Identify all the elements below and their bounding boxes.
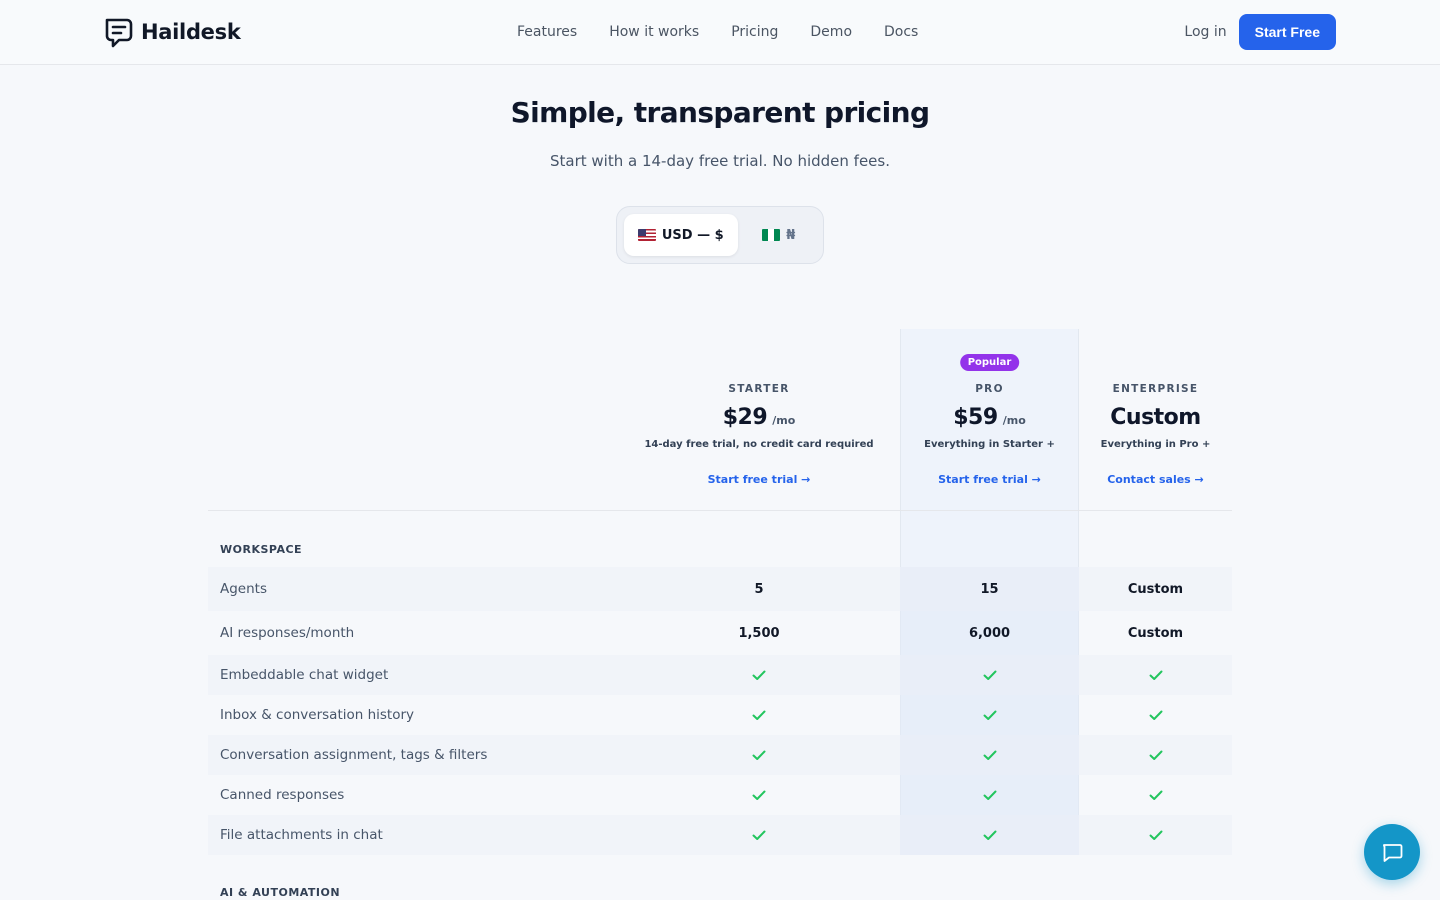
start-free-button[interactable]: Start Free (1238, 14, 1336, 50)
check-icon (1079, 695, 1232, 735)
table-row: Inbox & conversation history (208, 695, 1232, 735)
check-icon (1079, 655, 1232, 695)
check-icon (618, 655, 900, 695)
plan-price: $59 /mo (900, 405, 1079, 430)
check-icon (1079, 815, 1232, 855)
section-title-workspace: WORKSPACE (220, 543, 303, 556)
feature-label: File attachments in chat (220, 827, 383, 843)
plan-price: Custom (1079, 405, 1232, 430)
feature-value-enterprise: Custom (1127, 625, 1184, 641)
plan-description: 14-day free trial, no credit card requir… (644, 439, 874, 450)
feature-value-starter: 5 (754, 581, 764, 597)
currency-label-ngn: ₦ (786, 227, 796, 243)
page-title: Simple, transparent pricing (510, 96, 930, 129)
plan-description: Everything in Starter + (924, 439, 1055, 450)
table-row: AI responses/month 1,500 6,000 Custom (208, 611, 1232, 655)
feature-label: Canned responses (220, 787, 345, 803)
currency-toggle: USD — $ ₦ (616, 206, 824, 264)
plan-name: STARTER (728, 383, 790, 395)
plan-price: $29 /mo (618, 405, 900, 430)
nav-link-pricing[interactable]: Pricing (731, 24, 778, 40)
popular-badge: Popular (959, 354, 1020, 371)
table-row: File attachments in chat (208, 815, 1232, 855)
logo-chat-icon (105, 18, 133, 48)
price-unit: /mo (772, 414, 796, 427)
feature-value-pro: 6,000 (900, 611, 1079, 655)
plan-name: PRO (975, 383, 1004, 395)
top-nav: Haildesk Features How it works Pricing D… (0, 0, 1440, 65)
table-row: Agents 5 15 Custom (208, 567, 1232, 611)
pro-cta-link[interactable]: Start free trial → (900, 473, 1079, 486)
currency-label-usd: USD — $ (661, 227, 724, 243)
nav-actions: Log in Start Free (1184, 14, 1336, 50)
brand-name: Haildesk (141, 20, 241, 44)
plan-description: Everything in Pro + (1100, 439, 1211, 450)
feature-label: Embeddable chat widget (220, 667, 389, 683)
price-amount: $59 (953, 405, 998, 430)
price-amount: $29 (722, 405, 768, 430)
check-icon (900, 775, 1079, 815)
currency-option-ngn[interactable]: ₦ (742, 214, 816, 256)
nav-link-docs[interactable]: Docs (884, 24, 918, 40)
price-unit: /mo (1002, 414, 1026, 427)
nav-links: Features How it works Pricing Demo Docs (517, 0, 950, 64)
check-icon (618, 775, 900, 815)
price-amount: Custom (1110, 405, 1201, 430)
nav-link-features[interactable]: Features (517, 24, 577, 40)
page-subtitle: Start with a 14-day free trial. No hidde… (550, 152, 890, 170)
flag-us-icon (637, 229, 656, 241)
section-title-ai-automation: AI & AUTOMATION (220, 886, 341, 899)
check-icon (900, 735, 1079, 775)
table-row: Canned responses (208, 775, 1232, 815)
nav-link-demo[interactable]: Demo (810, 24, 852, 40)
check-icon (618, 815, 900, 855)
table-row: Embeddable chat widget (208, 655, 1232, 695)
login-link[interactable]: Log in (1184, 24, 1226, 40)
feature-value-pro: 15 (900, 567, 1079, 611)
feature-value-starter: 1,500 (738, 625, 780, 641)
check-icon (618, 695, 900, 735)
currency-option-usd[interactable]: USD — $ (624, 214, 738, 256)
flag-ng-icon (762, 229, 781, 241)
check-icon (1079, 775, 1232, 815)
plan-name: ENTERPRISE (1112, 383, 1199, 395)
chat-launcher-button[interactable] (1364, 824, 1420, 880)
feature-label: AI responses/month (220, 625, 355, 641)
nav-link-how-it-works[interactable]: How it works (609, 24, 699, 40)
table-row: Conversation assignment, tags & filters (208, 735, 1232, 775)
check-icon (618, 735, 900, 775)
check-icon (900, 695, 1079, 735)
table-header-divider (208, 510, 1232, 511)
feature-value-enterprise: Custom (1127, 581, 1184, 597)
check-icon (900, 655, 1079, 695)
feature-label: Agents (220, 581, 267, 597)
starter-cta-link[interactable]: Start free trial → (618, 473, 900, 486)
chat-bubble-icon (1383, 844, 1403, 862)
check-icon (1079, 735, 1232, 775)
feature-label: Conversation assignment, tags & filters (220, 747, 488, 763)
contact-sales-link[interactable]: Contact sales → (1079, 473, 1232, 486)
check-icon (900, 815, 1079, 855)
brand-logo[interactable]: Haildesk (103, 16, 241, 48)
feature-label: Inbox & conversation history (220, 707, 415, 723)
